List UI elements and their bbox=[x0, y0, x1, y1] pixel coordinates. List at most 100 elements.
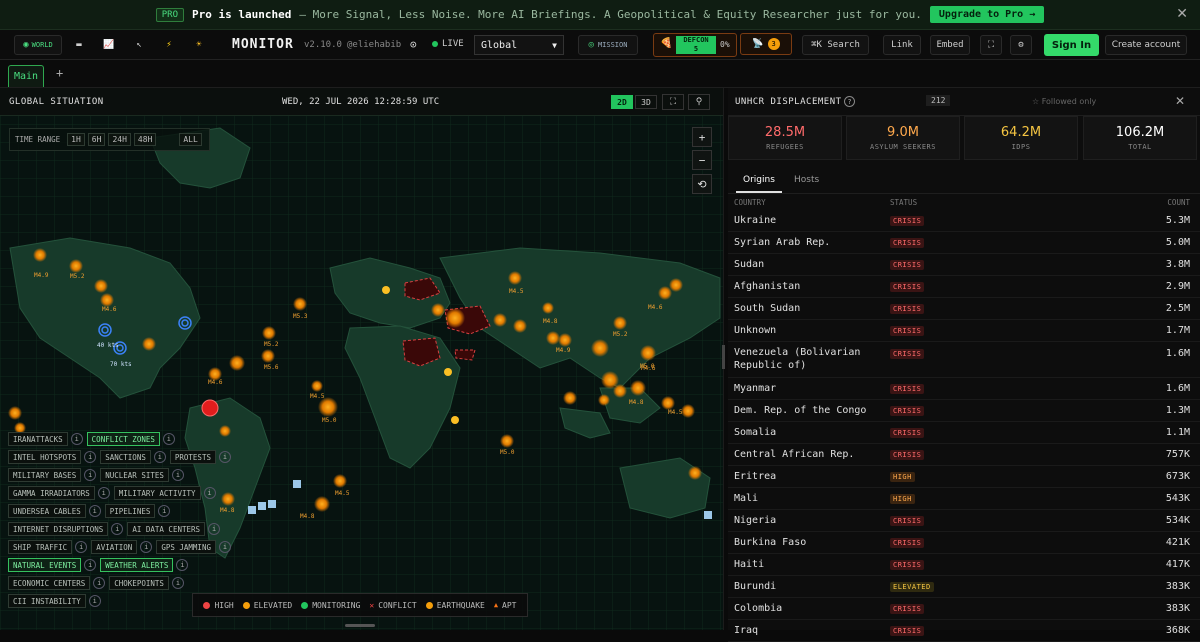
layer-info-icon[interactable]: i bbox=[84, 559, 97, 571]
table-row[interactable]: Somalia CRISIS 1.1M bbox=[728, 422, 1200, 444]
layer-toggle[interactable]: AVIATION bbox=[91, 540, 138, 554]
create-account-button[interactable]: Create account bbox=[1105, 35, 1187, 55]
tab-main[interactable]: Main bbox=[8, 65, 44, 87]
table-row[interactable]: Burkina Faso CRISIS 421K bbox=[728, 532, 1200, 554]
table-row[interactable]: Colombia CRISIS 383K bbox=[728, 598, 1200, 620]
layer-info-icon[interactable]: i bbox=[111, 523, 124, 535]
map-panel[interactable]: M4.9 M5.2 M4.6 M5.3 M4.5 M4.8 M5.2 M5.6 … bbox=[0, 88, 724, 630]
settings-gear-icon[interactable]: ⚙ bbox=[1010, 35, 1032, 55]
layer-info-icon[interactable]: i bbox=[176, 559, 189, 571]
layer-info-icon[interactable]: i bbox=[218, 451, 231, 463]
table-row[interactable]: Afghanistan CRISIS 2.9M bbox=[728, 276, 1200, 298]
link-button[interactable]: Link bbox=[883, 35, 921, 55]
upgrade-button[interactable]: Upgrade to Pro → bbox=[929, 6, 1045, 23]
table-row[interactable]: Central African Rep. CRISIS 757K bbox=[728, 444, 1200, 466]
followed-only-toggle[interactable]: ☆ Followed only bbox=[1032, 97, 1096, 106]
table-row[interactable]: Unknown CRISIS 1.7M bbox=[728, 320, 1200, 342]
zoom-out-button[interactable]: − bbox=[692, 150, 712, 170]
fullscreen-icon[interactable]: ⛶ bbox=[980, 35, 1002, 55]
alerts-button[interactable]: 📡 3 bbox=[740, 33, 792, 55]
tab-origins[interactable]: Origins bbox=[736, 168, 782, 193]
table-row[interactable]: Iraq CRISIS 368K bbox=[728, 620, 1200, 642]
view-2d-button[interactable]: 2D bbox=[611, 95, 633, 109]
table-row[interactable]: Burundi ELEVATED 383K bbox=[728, 576, 1200, 598]
layer-toggle[interactable]: CHOKEPOINTS bbox=[109, 576, 169, 590]
layer-toggle[interactable]: PIPELINES bbox=[104, 504, 156, 518]
layer-toggle[interactable]: MILITARY BASES bbox=[8, 468, 82, 482]
defcon-indicator[interactable]: 🍕 DEFCON 5 0% bbox=[653, 33, 737, 57]
zoom-in-button[interactable]: + bbox=[692, 127, 712, 147]
table-row[interactable]: Eritrea HIGH 673K bbox=[728, 466, 1200, 488]
layer-info-icon[interactable]: i bbox=[75, 541, 88, 553]
pin-icon[interactable]: ⚲ bbox=[688, 94, 710, 110]
layer-info-icon[interactable]: i bbox=[97, 487, 110, 499]
table-row[interactable]: Sudan CRISIS 3.8M bbox=[728, 254, 1200, 276]
mission-button[interactable]: ◎ MISSION bbox=[578, 35, 638, 55]
layer-info-icon[interactable]: i bbox=[88, 505, 101, 517]
layer-info-icon[interactable]: i bbox=[153, 451, 166, 463]
layer-info-icon[interactable]: i bbox=[162, 433, 175, 445]
range-1h-button[interactable]: 1H bbox=[67, 133, 85, 146]
layer-info-icon[interactable]: i bbox=[171, 577, 184, 589]
layer-toggle[interactable]: INTERNET DISRUPTIONS bbox=[8, 522, 109, 536]
table-row[interactable]: Nigeria CRISIS 534K bbox=[728, 510, 1200, 532]
layer-toggle[interactable]: ECONOMIC CENTERS bbox=[8, 576, 91, 590]
github-icon[interactable]: ⊙ bbox=[410, 38, 417, 51]
view-3d-button[interactable]: 3D bbox=[635, 95, 657, 109]
map-resize-handle[interactable] bbox=[345, 624, 375, 627]
table-row[interactable]: Dem. Rep. of the Congo CRISIS 1.3M bbox=[728, 400, 1200, 422]
layer-toggle[interactable]: UNDERSEA CABLES bbox=[8, 504, 86, 518]
tab-hosts[interactable]: Hosts bbox=[794, 168, 819, 193]
layer-toggle[interactable]: GAMMA IRRADIATORS bbox=[8, 486, 95, 500]
high-alert-marker[interactable] bbox=[201, 399, 219, 417]
layer-info-icon[interactable]: i bbox=[88, 595, 101, 607]
energy-icon[interactable]: ⚡ bbox=[158, 35, 180, 55]
add-tab-button[interactable]: + bbox=[56, 66, 63, 80]
close-banner-icon[interactable]: ✕ bbox=[1176, 6, 1188, 22]
layer-info-icon[interactable]: i bbox=[158, 505, 171, 517]
layer-info-icon[interactable]: i bbox=[93, 577, 106, 589]
layer-info-icon[interactable]: i bbox=[208, 523, 221, 535]
table-row[interactable]: Myanmar CRISIS 1.6M bbox=[728, 378, 1200, 400]
layer-info-icon[interactable]: i bbox=[203, 487, 216, 499]
layer-info-icon[interactable]: i bbox=[84, 451, 97, 463]
region-select[interactable]: Global ▼ bbox=[474, 35, 564, 55]
layer-toggle[interactable]: NUCLEAR SITES bbox=[100, 468, 169, 482]
table-row[interactable]: Venezuela (Bolivarian Republic of) CRISIS… bbox=[728, 342, 1200, 378]
table-row[interactable]: Haiti CRISIS 417K bbox=[728, 554, 1200, 576]
layer-toggle[interactable]: PROTESTS bbox=[169, 450, 216, 464]
layer-info-icon[interactable]: i bbox=[84, 469, 97, 481]
table-row[interactable]: South Sudan CRISIS 2.5M bbox=[728, 298, 1200, 320]
layer-toggle[interactable]: IRANATTACKS bbox=[8, 432, 68, 446]
table-row[interactable]: Syrian Arab Rep. CRISIS 5.0M bbox=[728, 232, 1200, 254]
layer-toggle[interactable]: WEATHER ALERTS bbox=[100, 558, 174, 572]
col-status[interactable]: STATUS bbox=[890, 198, 917, 207]
layer-toggle[interactable]: NATURAL EVENTS bbox=[8, 558, 82, 572]
col-country[interactable]: COUNTRY bbox=[734, 198, 766, 207]
embed-button[interactable]: Embed bbox=[930, 35, 970, 55]
layer-info-icon[interactable]: i bbox=[140, 541, 153, 553]
layer-info-icon[interactable]: i bbox=[218, 541, 231, 553]
reset-view-icon[interactable]: ⟲ bbox=[692, 174, 712, 194]
range-6h-button[interactable]: 6H bbox=[87, 133, 106, 146]
layer-toggle[interactable]: INTEL HOTSPOTS bbox=[8, 450, 82, 464]
finance-chart-icon[interactable]: 📈 bbox=[98, 35, 120, 55]
layer-toggle[interactable]: CONFLICT ZONES bbox=[86, 432, 160, 446]
layer-toggle[interactable]: CII INSTABILITY bbox=[8, 594, 86, 608]
layer-toggle[interactable]: SHIP TRAFFIC bbox=[8, 540, 73, 554]
tech-icon[interactable]: ▬ bbox=[68, 35, 90, 55]
expand-map-icon[interactable]: ⛶ bbox=[662, 94, 684, 110]
range-24h-button[interactable]: 24H bbox=[108, 133, 131, 146]
table-row[interactable]: Mali HIGH 543K bbox=[728, 488, 1200, 510]
info-icon[interactable]: ? bbox=[844, 96, 855, 107]
table-row[interactable]: Ukraine CRISIS 5.3M bbox=[728, 210, 1200, 232]
author-handle[interactable]: @eliehabib bbox=[347, 40, 401, 50]
panel-splitter[interactable] bbox=[722, 345, 725, 369]
sign-in-button[interactable]: Sign In bbox=[1044, 34, 1099, 56]
range-all-button[interactable]: ALL bbox=[179, 133, 202, 146]
layer-toggle[interactable]: AI DATA CENTERS bbox=[127, 522, 206, 536]
search-button[interactable]: ⌘K Search bbox=[802, 35, 869, 55]
layer-toggle[interactable]: SANCTIONS bbox=[100, 450, 151, 464]
cursor-icon[interactable]: ↖ bbox=[128, 35, 150, 55]
world-toggle[interactable]: ◉ WORLD bbox=[14, 35, 62, 55]
